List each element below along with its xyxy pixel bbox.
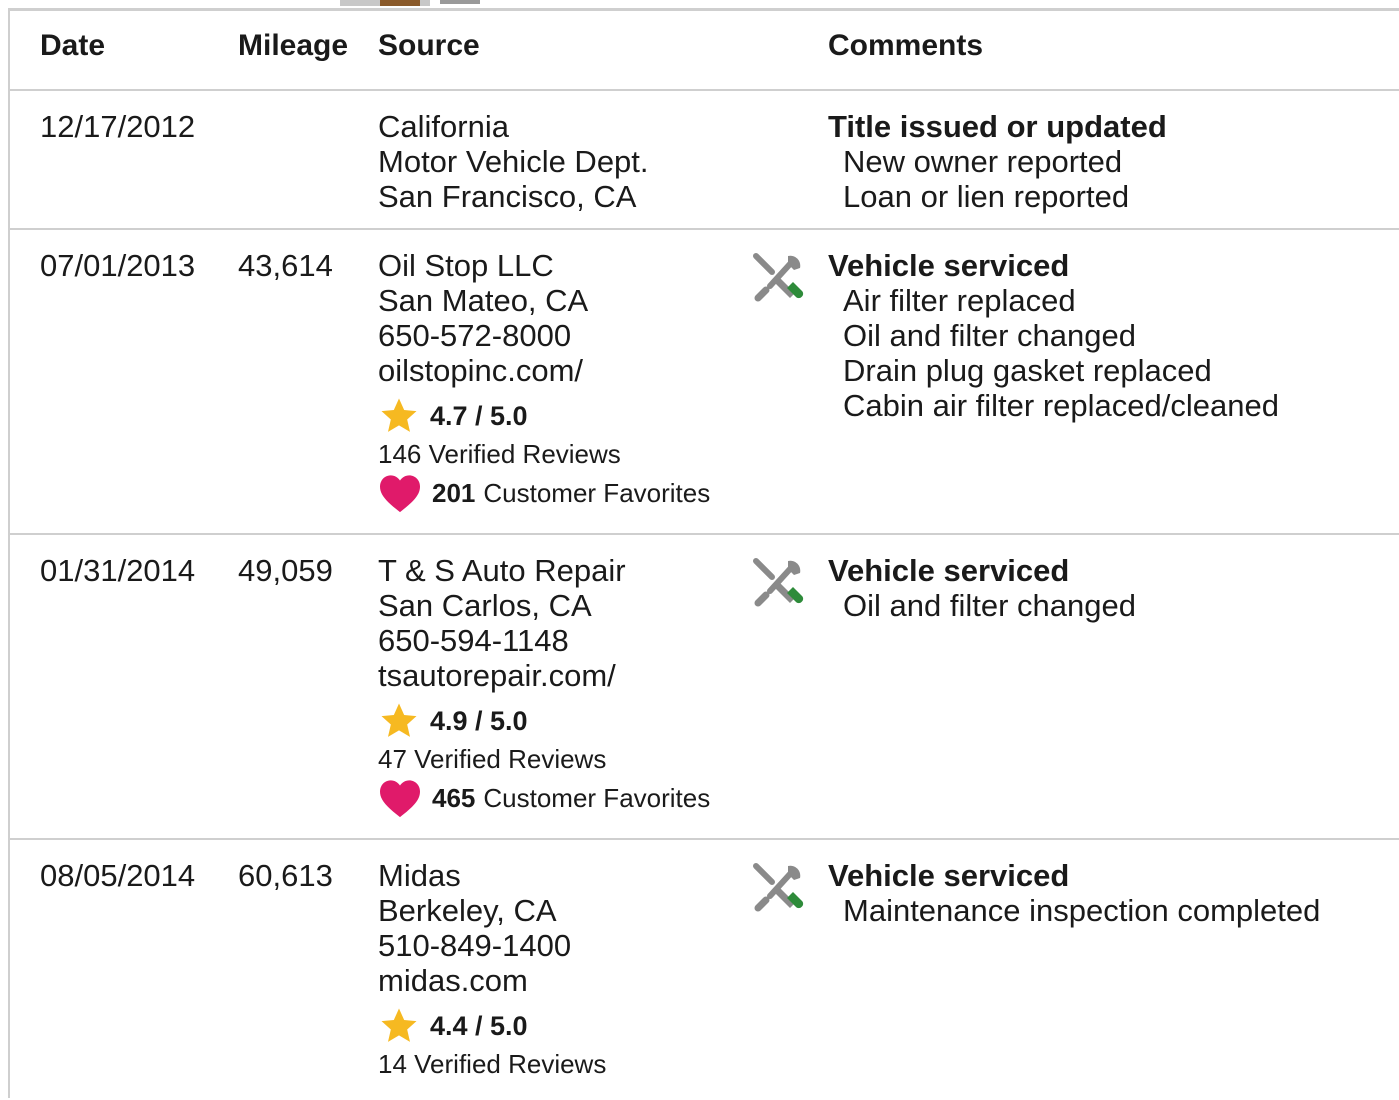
header-mileage: Mileage xyxy=(238,29,349,62)
comment-item: Oil and filter changed xyxy=(843,318,1136,353)
source-name: California xyxy=(378,109,509,144)
history-row-2013-07-01: 07/01/2013 43,614 Oil Stop LLC San Mateo… xyxy=(10,230,1399,535)
star-icon xyxy=(381,398,417,432)
record-date: 01/31/2014 xyxy=(40,553,196,588)
service-tools-icon xyxy=(753,558,804,607)
favorites-count: 201 xyxy=(432,477,476,508)
record-date: 12/17/2012 xyxy=(40,109,196,144)
star-icon xyxy=(381,1008,417,1042)
record-source: T & S Auto Repair San Carlos, CA 650-594… xyxy=(378,553,710,819)
source-location: San Francisco, CA xyxy=(378,179,637,214)
source-name[interactable]: T & S Auto Repair xyxy=(378,553,710,588)
comment-title: Vehicle serviced xyxy=(828,858,1070,893)
shop-rating: 4.7 / 5.0 xyxy=(378,396,710,436)
record-comments: Title issued or updated New owner report… xyxy=(828,109,1167,214)
favorites-label: Customer Favorites xyxy=(483,477,711,508)
source-location: San Mateo, CA xyxy=(378,283,589,318)
history-row-2012-12-17: 12/17/2012 California Motor Vehicle Dept… xyxy=(10,91,1399,230)
comment-item: Oil and filter changed xyxy=(843,588,1136,623)
verified-reviews-link[interactable]: 47 Verified Reviews xyxy=(378,741,710,777)
record-mileage: 49,059 xyxy=(238,553,333,588)
header-comments: Comments xyxy=(828,29,984,62)
record-source: Midas Berkeley, CA 510-849-1400 midas.co… xyxy=(378,858,606,1082)
record-date: 07/01/2013 xyxy=(40,248,196,283)
record-comments: Vehicle serviced Air filter replaced Oil… xyxy=(828,248,1279,423)
history-row-2014-01-31: 01/31/2014 49,059 T & S Auto Repair San … xyxy=(10,535,1399,840)
comment-title: Title issued or updated xyxy=(828,109,1167,144)
comment-item: Drain plug gasket replaced xyxy=(843,353,1212,388)
rating-value: 4.9 / 5.0 xyxy=(430,705,528,736)
favorites-label: Customer Favorites xyxy=(483,782,711,813)
source-phone[interactable]: 650-594-1148 xyxy=(378,623,710,658)
comment-item: Cabin air filter replaced/cleaned xyxy=(843,388,1279,423)
comment-item: Air filter replaced xyxy=(843,283,1076,318)
header-date: Date xyxy=(40,29,106,62)
source-name[interactable]: Oil Stop LLC xyxy=(378,248,710,283)
record-date: 08/05/2014 xyxy=(40,858,196,893)
record-source: Oil Stop LLC San Mateo, CA 650-572-8000 … xyxy=(378,248,710,514)
record-comments: Vehicle serviced Oil and filter changed xyxy=(828,553,1136,623)
customer-favorites: 465 Customer Favorites xyxy=(378,777,710,819)
service-tools-icon xyxy=(753,863,804,912)
record-mileage: 60,613 xyxy=(238,858,333,893)
vehicle-history-table: Date Mileage Source Comments 12/17/2012 … xyxy=(8,8,1399,1098)
source-name[interactable]: Midas xyxy=(378,858,606,893)
verified-reviews-link[interactable]: 146 Verified Reviews xyxy=(378,436,710,472)
table-header: Date Mileage Source Comments xyxy=(10,11,1399,91)
shop-rating: 4.9 / 5.0 xyxy=(378,701,710,741)
rating-value: 4.4 / 5.0 xyxy=(430,1010,528,1041)
comment-title: Vehicle serviced xyxy=(828,553,1070,588)
source-website-link[interactable]: tsautorepair.com/ xyxy=(378,658,710,693)
source-phone[interactable]: 650-572-8000 xyxy=(378,318,710,353)
history-row-2014-08-05: 08/05/2014 60,613 Midas Berkeley, CA 510… xyxy=(10,840,1399,1100)
star-icon xyxy=(381,703,417,737)
source-website-link[interactable]: midas.com xyxy=(378,963,606,998)
source-location: San Carlos, CA xyxy=(378,588,592,623)
source-phone[interactable]: 510-849-1400 xyxy=(378,928,606,963)
comment-item: Loan or lien reported xyxy=(843,179,1130,214)
heart-icon xyxy=(380,780,420,818)
rating-value: 4.7 / 5.0 xyxy=(430,400,528,431)
header-source: Source xyxy=(378,29,480,62)
comment-item: Maintenance inspection completed xyxy=(843,893,1321,928)
customer-favorites: 201 Customer Favorites xyxy=(378,472,710,514)
record-comments: Vehicle serviced Maintenance inspection … xyxy=(828,858,1320,928)
record-source: California Motor Vehicle Dept. San Franc… xyxy=(378,109,649,214)
heart-icon xyxy=(380,475,420,513)
comment-item: New owner reported xyxy=(843,144,1123,179)
record-mileage: 43,614 xyxy=(238,248,333,283)
verified-reviews-link[interactable]: 14 Verified Reviews xyxy=(378,1046,606,1082)
source-line: Motor Vehicle Dept. xyxy=(378,144,649,179)
service-tools-icon xyxy=(753,253,804,302)
comment-title: Vehicle serviced xyxy=(828,248,1070,283)
favorites-count: 465 xyxy=(432,782,476,813)
source-website-link[interactable]: oilstopinc.com/ xyxy=(378,353,710,388)
shop-rating: 4.4 / 5.0 xyxy=(378,1006,606,1046)
source-location: Berkeley, CA xyxy=(378,893,557,928)
